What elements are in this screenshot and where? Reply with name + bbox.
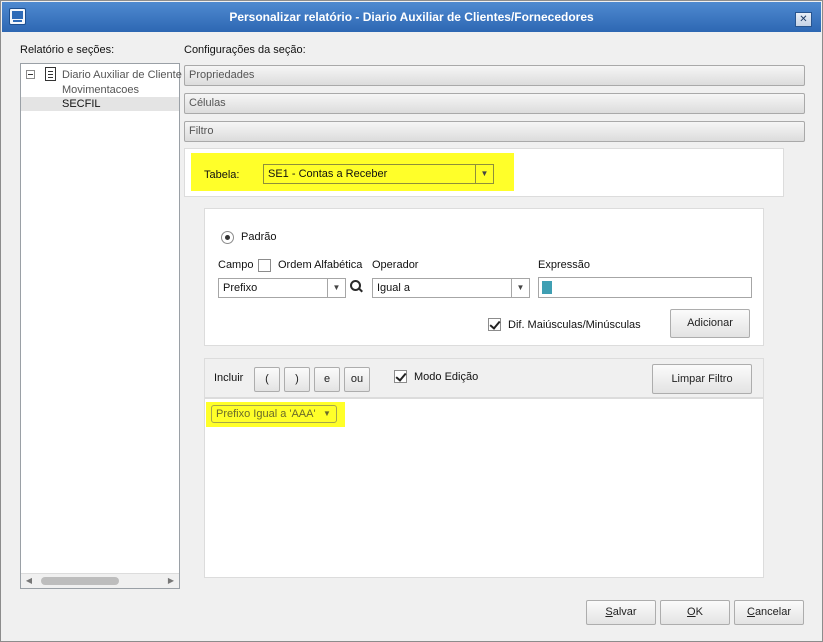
cancelar-button[interactable]: Cancelar	[734, 600, 804, 625]
cancelar-label: ancelar	[754, 606, 792, 618]
and-button[interactable]: e	[314, 367, 340, 392]
expressao-input[interactable]	[538, 277, 752, 298]
salvar-label: alvar	[612, 606, 637, 618]
tree-horizontal-scrollbar[interactable]: ◀ ▶	[21, 573, 179, 588]
salvar-button[interactable]: Salvar	[586, 600, 656, 625]
sections-tree[interactable]: Diario Auxiliar de Cliente Movimentacoes…	[20, 63, 182, 589]
salvar-accesskey: S	[605, 606, 613, 618]
chevron-down-icon[interactable]: ▼	[318, 406, 336, 422]
text-cursor	[542, 281, 552, 294]
filter-expression-item[interactable]: Prefixo Igual a 'AAA' ▼	[211, 405, 337, 423]
search-icon[interactable]	[350, 280, 364, 294]
chevron-down-icon[interactable]: ▼	[475, 165, 493, 183]
modo-edicao-checkbox[interactable]	[394, 370, 407, 383]
filter-expression-text: Prefixo Igual a 'AAA'	[216, 408, 316, 420]
operador-select[interactable]: Igual a ▼	[372, 278, 530, 298]
incluir-label: Incluir	[214, 372, 244, 384]
cancelar-accesskey: C	[746, 606, 755, 618]
dif-maiusculas-label: Dif. Maiúsculas/Minúsculas	[508, 319, 641, 331]
scroll-left-icon[interactable]: ◀	[23, 575, 35, 587]
tabela-select[interactable]: SE1 - Contas a Receber ▼	[263, 164, 494, 184]
or-button[interactable]: ou	[344, 367, 370, 392]
ok-label: K	[695, 606, 703, 618]
section-filtro[interactable]: Filtro	[184, 121, 805, 142]
ok-button[interactable]: OK	[660, 600, 730, 625]
open-paren-button[interactable]: (	[254, 367, 280, 392]
section-config-label: Configurações da seção:	[184, 44, 306, 56]
tree-item-secfil[interactable]: SECFIL	[21, 97, 179, 111]
modo-edicao-label: Modo Edição	[414, 371, 479, 383]
scroll-right-icon[interactable]: ▶	[165, 575, 177, 587]
close-paren-button[interactable]: )	[284, 367, 310, 392]
sections-tree-label: Relatório e seções:	[20, 44, 115, 56]
chevron-down-icon[interactable]: ▼	[511, 279, 529, 297]
dialog-window: Personalizar relatório - Diario Auxiliar…	[0, 0, 823, 642]
section-propriedades[interactable]: Propriedades	[184, 65, 805, 86]
close-button[interactable]: ✕	[795, 12, 812, 27]
collapse-icon[interactable]	[26, 70, 35, 79]
expressao-label: Expressão	[538, 259, 590, 271]
limpar-filtro-button[interactable]: Limpar Filtro	[652, 364, 752, 394]
ordem-alfabetica-checkbox[interactable]	[258, 259, 271, 272]
operador-select-value: Igual a	[377, 282, 411, 294]
tabela-label: Tabela:	[204, 169, 240, 181]
window-title: Personalizar relatório - Diario Auxiliar…	[229, 10, 594, 24]
ordem-alfabetica-label: Ordem Alfabética	[278, 259, 363, 271]
campo-label: Campo	[218, 259, 254, 271]
operador-label: Operador	[372, 259, 419, 271]
campo-select[interactable]: Prefixo ▼	[218, 278, 346, 298]
padrao-radio[interactable]	[221, 231, 234, 244]
tree-item-report[interactable]: Diario Auxiliar de Cliente	[62, 68, 182, 82]
dif-maiusculas-checkbox[interactable]	[488, 318, 501, 331]
chevron-down-icon[interactable]: ▼	[327, 279, 345, 297]
title-bar[interactable]: Personalizar relatório - Diario Auxiliar…	[2, 2, 821, 32]
campo-select-value: Prefixo	[223, 282, 258, 294]
tree-item-movimentacoes[interactable]: Movimentacoes	[62, 83, 139, 97]
scroll-thumb[interactable]	[41, 577, 119, 585]
adicionar-button[interactable]: Adicionar	[670, 309, 750, 338]
section-celulas[interactable]: Células	[184, 93, 805, 114]
ok-accesskey: O	[687, 606, 696, 618]
padrao-label: Padrão	[241, 231, 277, 243]
tabela-select-value: SE1 - Contas a Receber	[268, 168, 388, 180]
document-icon	[45, 67, 56, 81]
